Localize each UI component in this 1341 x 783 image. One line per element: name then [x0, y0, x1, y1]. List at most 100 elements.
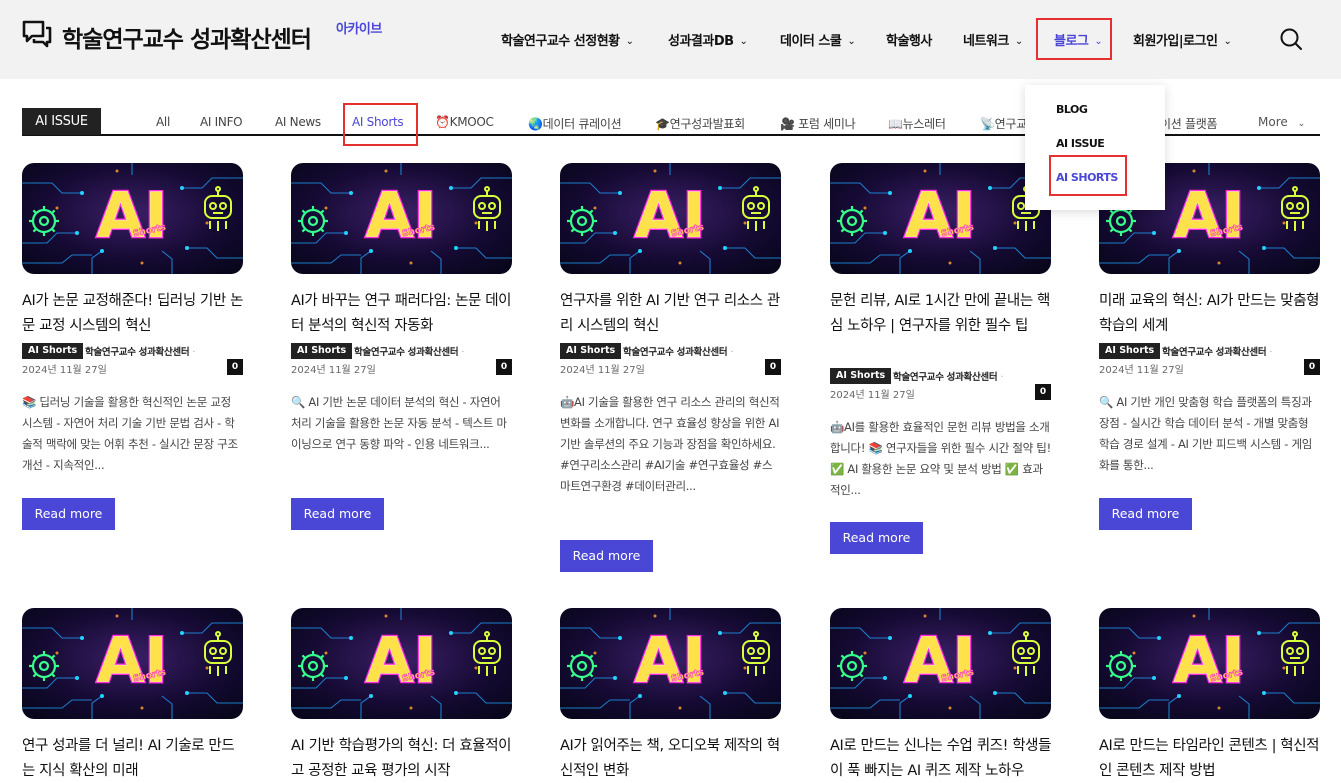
post-title[interactable]: 연구자를 위한 AI 기반 연구 리소스 관리 시스템의 혁신 [560, 289, 781, 339]
category-badge[interactable]: AI Shorts [560, 343, 622, 359]
post-author[interactable]: 학술연구교수 성과확산센터 · [623, 344, 733, 358]
post-date: 2024년 11월 27일 [22, 365, 107, 376]
post-thumbnail[interactable]: AI AI Shorts [1099, 608, 1320, 719]
nav-label: 학술행사 [886, 34, 932, 49]
read-more-button[interactable]: Read more [291, 498, 384, 530]
read-more-button[interactable]: Read more [830, 522, 923, 554]
post-excerpt: 🔍 AI 기반 논문 데이터 분석의 혁신 - 자연어 처리 기술을 활용한 논… [291, 395, 507, 451]
svg-text:AI: AI [634, 179, 705, 252]
category-badge[interactable]: AI Shorts [1099, 343, 1161, 359]
site-title[interactable]: 학술연구교수 성과확산센터 [62, 20, 312, 54]
author-name: 학술연구교수 성과확산센터 [893, 372, 998, 383]
category-badge[interactable]: AI Shorts [22, 343, 84, 359]
comment-count-badge[interactable]: 0 [1035, 384, 1051, 400]
post-thumbnail[interactable]: AI AI Shorts [291, 608, 512, 719]
author-name: 학술연구교수 성과확산센터 [85, 347, 190, 358]
read-more-button[interactable]: Read more [22, 498, 115, 530]
filter-tab-newsletter[interactable]: 📖뉴스레터 [888, 115, 946, 132]
post-card: AI AI Shorts AI로 만드는 신나는 수업 퀴즈! 학생들이 푹 빠… [830, 608, 1051, 783]
post-title[interactable]: AI 기반 학습평가의 혁신: 더 효율적이고 공정한 교육 평가의 시작 [291, 734, 512, 783]
chevron-down-icon: ⌄ [847, 36, 856, 47]
ai-shorts-thumbnail-art: AI AI Shorts [560, 163, 781, 274]
filter-tab-platform[interactable]: 이션 플랫폼 [1160, 115, 1218, 132]
post-author[interactable]: 학술연구교수 성과확산센터 · [893, 369, 1003, 383]
search-icon[interactable] [1279, 27, 1303, 51]
post-meta: AI Shorts 학술연구교수 성과확산센터 · [291, 343, 512, 359]
nav-item-data-school[interactable]: 데이터 스쿨 ⌄ [780, 30, 856, 49]
comment-count-badge[interactable]: 0 [227, 359, 243, 375]
read-more-button[interactable]: Read more [1099, 498, 1192, 530]
nav-item-signup-login[interactable]: 회원가입|로그인 ⌄ [1133, 30, 1232, 49]
post-meta: AI Shorts 학술연구교수 성과확산센터 · [1099, 343, 1320, 359]
post-author[interactable]: 학술연구교수 성과확산센터 · [354, 344, 464, 358]
nav-item-network[interactable]: 네트워크 ⌄ [963, 30, 1023, 49]
post-author[interactable]: 학술연구교수 성과확산센터 · [85, 344, 195, 358]
post-thumbnail[interactable]: AI AI Shorts [22, 608, 243, 719]
filter-tab-ai-news[interactable]: AI News [275, 115, 321, 129]
comment-count-badge[interactable]: 0 [1304, 359, 1320, 375]
filter-tab-ai-info[interactable]: AI INFO [200, 115, 243, 129]
post-thumbnail[interactable]: AI AI Shorts [22, 163, 243, 274]
chevron-down-icon: ⌄ [1223, 36, 1232, 47]
filter-more-dropdown[interactable]: More ⌄ [1258, 115, 1305, 129]
post-title[interactable]: AI로 만드는 타임라인 콘텐츠 | 혁신적인 콘텐츠 제작 방법 [1099, 734, 1320, 783]
post-title[interactable]: 문헌 리뷰, AI로 1시간 만에 끝내는 핵심 노하우 | 연구자를 위한 필… [830, 289, 1051, 339]
post-thumbnail[interactable]: AI AI Shorts [291, 163, 512, 274]
post-title[interactable]: 연구 성과를 더 널리! AI 기술로 만드는 지식 확산의 미래 [22, 734, 243, 783]
nav-item-selection-status[interactable]: 학술연구교수 선정현황 ⌄ [501, 30, 634, 49]
post-card: AI AI Shorts AI가 읽어주는 책, 오디오북 제작의 혁신적인 변… [560, 608, 781, 783]
filter-tab-all[interactable]: All [156, 115, 170, 129]
chevron-down-icon: ⌄ [1094, 36, 1103, 47]
ai-shorts-thumbnail-art: AI AI Shorts [22, 608, 243, 719]
svg-text:AI: AI [634, 624, 705, 697]
post-card: AI AI Shorts 연구자를 위한 AI 기반 연구 리소스 관리 시스템… [560, 163, 781, 573]
comment-count-badge[interactable]: 0 [496, 359, 512, 375]
post-excerpt: 🤖AI를 활용한 효율적인 문헌 리뷰 방법을 소개합니다! 📚 연구자들을 위… [830, 420, 1051, 497]
post-thumbnail[interactable]: AI AI Shorts [830, 163, 1051, 274]
chevron-down-icon: ⌄ [739, 36, 748, 47]
post-title[interactable]: 미래 교육의 혁신: AI가 만드는 맞춤형 학습의 세계 [1099, 289, 1320, 339]
read-more-button[interactable]: Read more [560, 540, 653, 572]
comment-count-badge[interactable]: 0 [765, 359, 781, 375]
nav-item-results-db[interactable]: 성과결과DB ⌄ [668, 30, 748, 49]
post-thumbnail[interactable]: AI AI Shorts [560, 163, 781, 274]
more-label: More [1258, 115, 1288, 129]
svg-text:AI: AI [96, 179, 167, 252]
filter-tab-forum-seminar[interactable]: 🎥 포럼 세미나 [780, 115, 856, 132]
post-card: AI AI Shorts AI가 바꾸는 연구 패러다임: 논문 데이터 분석의… [291, 163, 512, 573]
ai-shorts-thumbnail-art: AI AI Shorts [560, 608, 781, 719]
filter-tab-research-presentation[interactable]: 🎓연구성과발표회 [655, 115, 745, 132]
chevron-down-icon: ⌄ [1014, 36, 1023, 47]
post-date: 2024년 11월 27일 [291, 365, 376, 376]
filter-tab-kmooc[interactable]: ⏰KMOOC [435, 115, 494, 129]
nav-item-events[interactable]: 학술행사 [886, 30, 932, 49]
filter-tab-data-curation[interactable]: 🌏데이터 큐레이션 [528, 115, 622, 132]
meta-separator: · [730, 347, 734, 358]
svg-text:AI: AI [1173, 624, 1244, 697]
post-title[interactable]: AI로 만드는 신나는 수업 퀴즈! 학생들이 푹 빠지는 AI 퀴즈 제작 노… [830, 734, 1051, 783]
svg-text:AI: AI [96, 624, 167, 697]
dropdown-item-blog[interactable]: BLOG [1056, 103, 1088, 116]
meta-separator: · [461, 347, 465, 358]
post-title[interactable]: AI가 읽어주는 책, 오디오북 제작의 혁신적인 변화 [560, 734, 781, 783]
chevron-down-icon: ⌄ [1297, 119, 1306, 129]
post-thumbnail[interactable]: AI AI Shorts [560, 608, 781, 719]
post-card: AI AI Shorts 연구 성과를 더 널리! AI 기술로 만드는 지식 … [22, 608, 243, 783]
svg-text:AI: AI [904, 179, 975, 252]
chat-bubble-logo-icon[interactable] [21, 18, 53, 50]
category-badge[interactable]: AI Shorts [830, 368, 892, 384]
filter-tab-research[interactable]: 📡연구교 [980, 115, 1027, 132]
post-date: 2024년 11월 27일 [830, 390, 915, 401]
post-card: AI AI Shorts AI로 만드는 타임라인 콘텐츠 | 혁신적인 콘텐츠… [1099, 608, 1320, 783]
author-name: 학술연구교수 성과확산센터 [354, 347, 459, 358]
post-title[interactable]: AI가 바꾸는 연구 패러다임: 논문 데이터 분석의 혁신적 자동화 [291, 289, 512, 339]
post-title[interactable]: AI가 논문 교정해준다! 딥러닝 기반 논문 교정 시스템의 혁신 [22, 289, 243, 339]
nav-item-blog[interactable]: 블로그 ⌄ [1054, 30, 1103, 49]
meta-separator: · [1269, 347, 1273, 358]
post-author[interactable]: 학술연구교수 성과확산센터 · [1162, 344, 1272, 358]
dropdown-item-ai-issue[interactable]: AI ISSUE [1056, 137, 1105, 150]
filter-tab-ai-shorts[interactable]: AI Shorts [352, 115, 404, 129]
category-badge[interactable]: AI Shorts [291, 343, 353, 359]
dropdown-item-ai-shorts[interactable]: AI SHORTS [1056, 171, 1118, 184]
post-thumbnail[interactable]: AI AI Shorts [830, 608, 1051, 719]
